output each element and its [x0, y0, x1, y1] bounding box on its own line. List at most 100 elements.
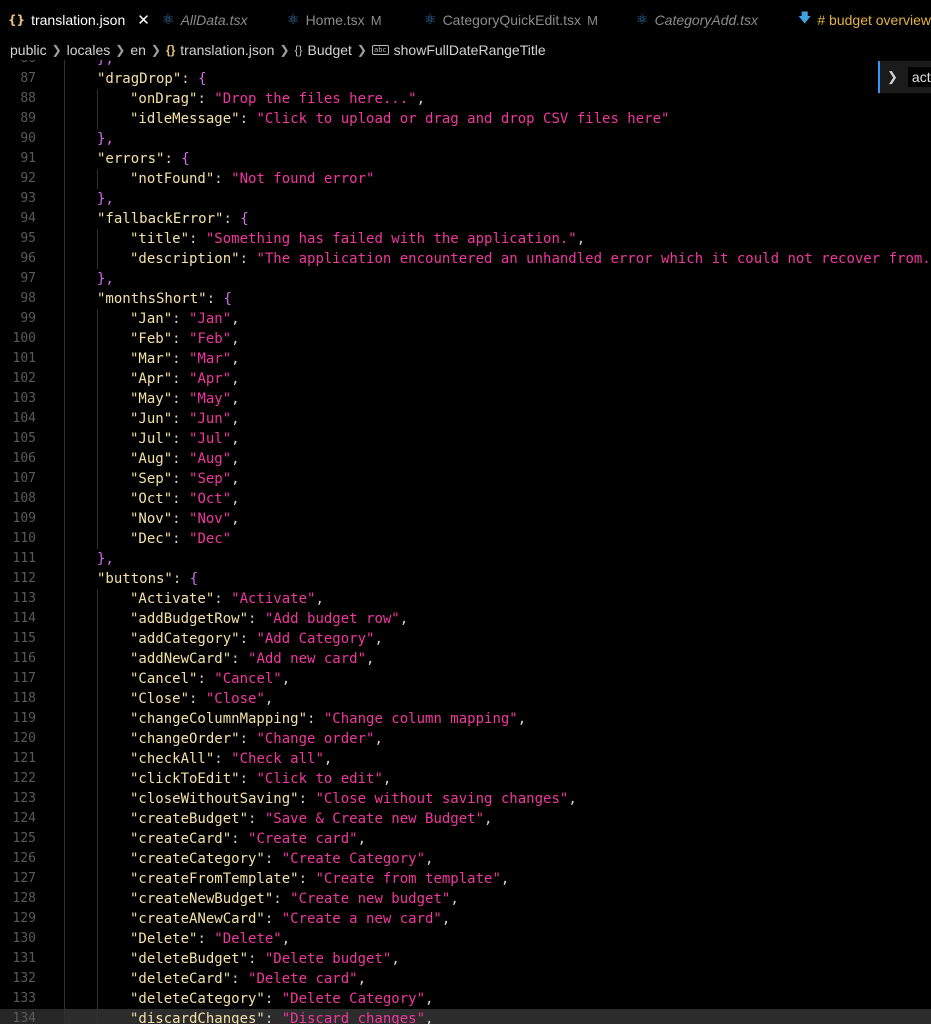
code-line[interactable]: 107 "Sep": "Sep", [0, 469, 931, 489]
line-number: 90 [20, 131, 36, 146]
code-line[interactable]: 131 "deleteBudget": "Delete budget", [0, 949, 931, 969]
code-line[interactable]: 134 "discardChanges": "Discard changes", [0, 1009, 931, 1024]
code-line[interactable]: 115 "addCategory": "Add Category", [0, 629, 931, 649]
code-line[interactable]: 132 "deleteCard": "Delete card", [0, 969, 931, 989]
code-line[interactable]: 88 "onDrag": "Drop the files here...", [0, 89, 931, 109]
code-editor[interactable]: 86},87"dragDrop": {88"onDrag": "Drop the… [0, 60, 931, 1024]
code-line[interactable]: 90}, [0, 129, 931, 149]
close-icon[interactable]: ✕ [137, 11, 150, 29]
comma: , [357, 971, 367, 987]
find-widget-label[interactable]: actio [907, 67, 931, 87]
comma: , [264, 691, 274, 707]
code-line[interactable]: 106 "Aug": "Aug", [0, 449, 931, 469]
breadcrumb-item-symbol[interactable]: showFullDateRangeTitle [394, 42, 546, 58]
code-line[interactable]: 128 "createNewBudget": "Create new budget… [0, 889, 931, 909]
tab-budget-overview[interactable]: 🡇 # budget overview [798, 0, 931, 40]
code-line[interactable]: 121 "checkAll": "Check all", [0, 749, 931, 769]
tab-categoryadd-tsx[interactable]: ⚛ CategoryAdd.tsx [636, 0, 758, 40]
line-number: 128 [12, 891, 36, 906]
json-key: "description" [130, 251, 240, 267]
code-line[interactable]: 101 "Mar": "Mar", [0, 349, 931, 369]
find-widget[interactable]: ❯ actio [878, 61, 931, 93]
code-line[interactable]: 116 "addNewCard": "Add new card", [0, 649, 931, 669]
code-line[interactable]: 108 "Oct": "Oct", [0, 489, 931, 509]
code-line[interactable]: 93}, [0, 189, 931, 209]
json-string-value: "Close without saving changes" [315, 791, 569, 807]
breadcrumb-item-locales[interactable]: locales [67, 42, 111, 58]
open-brace: { [198, 71, 207, 87]
json-key: "title" [130, 231, 190, 247]
indent-guide [64, 969, 65, 989]
comma: , [425, 1011, 434, 1024]
code-line[interactable]: 119 "changeColumnMapping": "Change column… [0, 709, 931, 729]
json-key: "Cancel" [130, 671, 198, 687]
code-line[interactable]: 99 "Jan": "Jan", [0, 309, 931, 329]
code-line[interactable]: 130 "Delete": "Delete", [0, 929, 931, 949]
code-line[interactable]: 92 "notFound": "Not found error" [0, 169, 931, 189]
code-line[interactable]: 96 "description": "The application encoun… [0, 249, 931, 269]
code-line[interactable]: 133 "deleteCategory": "Delete Category", [0, 989, 931, 1009]
breadcrumb-item-en[interactable]: en [130, 42, 146, 58]
code-line[interactable]: 109 "Nov": "Nov", [0, 509, 931, 529]
code-line[interactable]: 113 "Activate": "Activate", [0, 589, 931, 609]
code-line[interactable]: 118 "Close": "Close", [0, 689, 931, 709]
close-brace: }, [97, 60, 114, 67]
markdown-download-icon: 🡇 [798, 11, 812, 26]
code-line[interactable]: 94 "fallbackError": { [0, 209, 931, 229]
colon: : [264, 1011, 282, 1024]
code-line[interactable]: 127 "createFromTemplate": "Create from te… [0, 869, 931, 889]
code-line[interactable]: 129 "createANewCard": "Create a new card"… [0, 909, 931, 929]
tab-translation-json[interactable]: {} translation.json ✕ [8, 0, 150, 40]
code-line[interactable]: 124 "createBudget": "Save & Create new Bu… [0, 809, 931, 829]
code-line[interactable]: 110 "Dec": "Dec" [0, 529, 931, 549]
code-line[interactable]: 102 "Apr": "Apr", [0, 369, 931, 389]
code-line[interactable]: 104 "Jun": "Jun", [0, 409, 931, 429]
code-line[interactable]: 117 "Cancel": "Cancel", [0, 669, 931, 689]
code-line[interactable]: 95 "title": "Something has failed with th… [0, 229, 931, 249]
indent-guide [97, 389, 98, 409]
code-line[interactable]: 100 "Feb": "Feb", [0, 329, 931, 349]
breadcrumb-item-budget[interactable]: Budget [308, 42, 352, 58]
colon: : [172, 471, 190, 487]
json-key: "addCategory" [130, 631, 240, 647]
code-line[interactable]: 123 "closeWithoutSaving": "Close without … [0, 789, 931, 809]
code-line[interactable]: 103 "May": "May", [0, 389, 931, 409]
code-line[interactable]: 122 "clickToEdit": "Click to edit", [0, 769, 931, 789]
code-text: "createBudget": "Save & Create new Budge… [130, 809, 492, 829]
tab-categoryquickedit-tsx[interactable]: ⚛ CategoryQuickEdit.tsx M [424, 0, 598, 40]
code-line[interactable]: 105 "Jul": "Jul", [0, 429, 931, 449]
colon: : [239, 771, 257, 787]
code-line[interactable]: 112 "buttons": { [0, 569, 931, 589]
indent-guide [64, 949, 65, 969]
breadcrumb-item-public[interactable]: public [10, 42, 47, 58]
code-line[interactable]: 111}, [0, 549, 931, 569]
code-line[interactable]: 114 "addBudgetRow": "Add budget row", [0, 609, 931, 629]
json-string-value: "Create Category" [281, 851, 426, 867]
code-text: "Jun": "Jun", [130, 409, 240, 429]
code-line[interactable]: 97}, [0, 269, 931, 289]
tab-alldata-tsx[interactable]: ⚛ AllData.tsx [162, 0, 247, 40]
code-line[interactable]: 98 "monthsShort": { [0, 289, 931, 309]
indent-guide [64, 409, 65, 429]
indent-guide [64, 429, 65, 449]
code-line[interactable]: 87 "dragDrop": { [0, 69, 931, 89]
colon: : [197, 931, 215, 947]
code-line[interactable]: 120 "changeOrder": "Change order", [0, 729, 931, 749]
tab-home-tsx[interactable]: ⚛ Home.tsx M [287, 0, 382, 40]
chevron-right-icon[interactable]: ❯ [887, 69, 898, 85]
line-number: 123 [12, 791, 36, 806]
comma: , [231, 391, 240, 407]
colon: : [214, 751, 232, 767]
indent-guide [97, 529, 98, 549]
indent-guide [64, 849, 65, 869]
colon: : [298, 871, 316, 887]
breadcrumb-item-file[interactable]: translation.json [180, 42, 274, 58]
code-line[interactable]: 126 "createCategory": "Create Category", [0, 849, 931, 869]
code-line[interactable]: 91 "errors": { [0, 149, 931, 169]
chevron-right-icon: ❯ [356, 43, 367, 57]
code-line[interactable]: 86}, [0, 60, 931, 69]
json-string-value: "Apr" [189, 371, 232, 387]
json-string-value: "Aug" [189, 451, 232, 467]
code-line[interactable]: 89 "idleMessage": "Click to upload or dra… [0, 109, 931, 129]
code-line[interactable]: 125 "createCard": "Create card", [0, 829, 931, 849]
